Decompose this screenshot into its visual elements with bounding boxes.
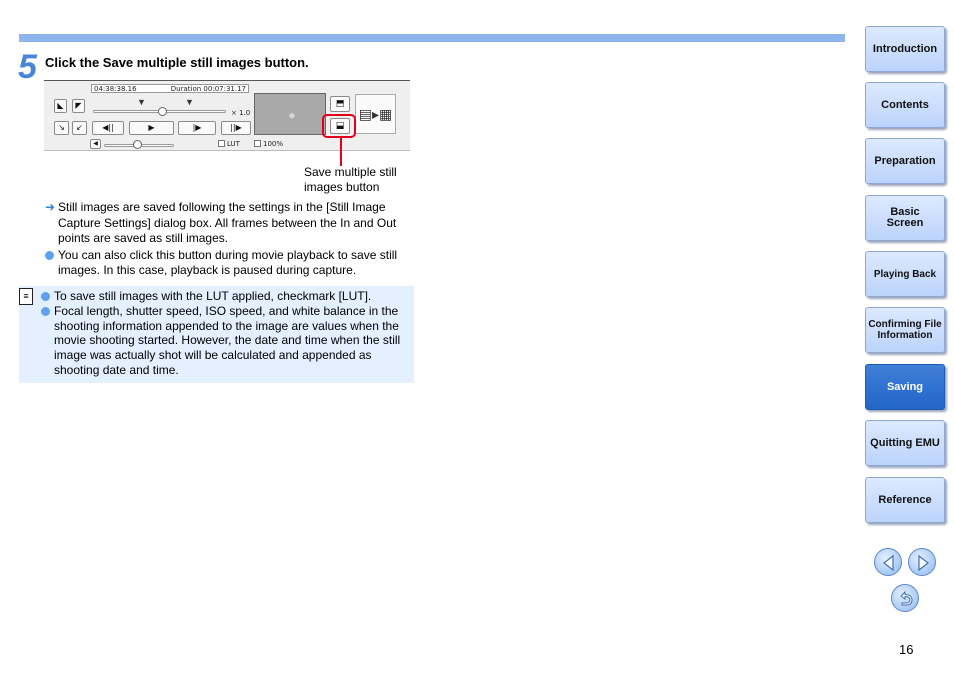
nav-confirming-file-information[interactable]: Confirming File Information: [865, 307, 945, 353]
zoom-100-checkbox-box[interactable]: [254, 140, 261, 147]
nav-label: Quitting EMU: [870, 436, 940, 449]
timecode-box: 04:38:38.16 Duration 00:07:31.17: [91, 84, 249, 93]
preview-image: ⊕: [254, 93, 326, 135]
lut-checkbox-box[interactable]: [218, 140, 225, 147]
memo-icon: ≡: [19, 288, 33, 305]
next-frame-icon[interactable]: |▶: [178, 121, 216, 135]
go-to-in-icon[interactable]: ↘: [54, 121, 69, 135]
preview-center-icon: ⊕: [289, 113, 295, 120]
page-number: 16: [899, 642, 914, 657]
lut-checkbox[interactable]: LUT: [218, 140, 240, 149]
timecode: 04:38:38.16: [94, 85, 137, 93]
nav-reference[interactable]: Reference: [865, 477, 945, 523]
nav-preparation[interactable]: Preparation: [865, 138, 945, 184]
lut-label: LUT: [227, 140, 240, 148]
zoom-100-checkbox[interactable]: 100%: [254, 140, 283, 149]
nav-label: Preparation: [874, 154, 936, 167]
save-multiple-still-images-highlight: [322, 114, 356, 138]
next-page-button[interactable]: [908, 548, 936, 576]
set-in-icon[interactable]: ◣: [54, 99, 67, 113]
list-item: ➜ Still images are saved following the s…: [45, 200, 415, 247]
step-title: Click the Save multiple still images but…: [45, 55, 309, 70]
nav-label: Reference: [878, 493, 932, 506]
result-bullets: ➜ Still images are saved following the s…: [45, 200, 415, 280]
list-item: You can also click this button during mo…: [45, 248, 415, 279]
return-button[interactable]: [891, 584, 919, 612]
list-item: Focal length, shutter speed, ISO speed, …: [41, 304, 413, 378]
note-box: ≡ To save still images with the LUT appl…: [19, 286, 414, 383]
set-out-icon[interactable]: ◤: [72, 99, 85, 113]
bullet-text: You can also click this button during mo…: [58, 247, 398, 278]
filmstrip-icon[interactable]: ▤▸▦: [355, 94, 396, 134]
nav-contents[interactable]: Contents: [865, 82, 945, 128]
out-point-marker-icon[interactable]: ▼: [185, 98, 194, 107]
fast-forward-icon[interactable]: ||▶: [221, 121, 251, 135]
zoom-100-label: 100%: [263, 140, 284, 148]
top-bar: [19, 34, 845, 42]
in-point-marker-icon[interactable]: ▼: [137, 98, 146, 107]
previous-frame-icon[interactable]: ◀||: [92, 121, 124, 135]
nav-saving[interactable]: Saving: [865, 364, 945, 410]
previous-page-button[interactable]: [874, 548, 902, 576]
save-still-image-icon[interactable]: ⬒: [330, 96, 350, 112]
callout-label: Save multiple still images button: [304, 165, 397, 194]
nav-label: Saving: [886, 380, 924, 393]
arrow-right-icon: [918, 554, 929, 572]
nav-label: Confirming File Information: [868, 319, 942, 341]
nav-label: Basic Screen: [886, 206, 924, 229]
volume-icon[interactable]: ◀: [90, 139, 101, 149]
seek-slider-knob[interactable]: [158, 107, 167, 116]
bullet-dot-icon: [41, 292, 50, 301]
go-to-out-icon[interactable]: ↙: [72, 121, 87, 135]
nav-basic-screen[interactable]: Basic Screen: [865, 195, 945, 241]
nav-playing-back[interactable]: Playing Back: [865, 251, 945, 297]
bullet-dot-icon: [41, 306, 50, 316]
bullet-text: Still images are saved following the set…: [58, 200, 397, 245]
list-item: To save still images with the LUT applie…: [41, 289, 413, 304]
callout-line: [340, 138, 342, 166]
nav-introduction[interactable]: Introduction: [865, 26, 945, 72]
arrow-left-icon: [883, 554, 894, 572]
note-text: Focal length, shutter speed, ISO speed, …: [54, 303, 401, 377]
duration: Duration 00:07:31.17: [170, 85, 246, 93]
play-icon[interactable]: ▶: [129, 121, 174, 135]
playback-speed: × 1.0: [231, 109, 251, 117]
return-icon: [900, 590, 913, 606]
nav-quitting-emu[interactable]: Quitting EMU: [865, 420, 945, 466]
nav-label: Playing Back: [873, 268, 937, 280]
nav-label: Introduction: [872, 42, 938, 55]
step-number: 5: [18, 48, 37, 86]
bullet-dot-icon: [45, 250, 54, 260]
note-text: To save still images with the LUT applie…: [54, 289, 372, 303]
volume-slider-knob[interactable]: [133, 140, 142, 149]
arrow-icon: ➜: [45, 200, 56, 214]
nav-label: Contents: [881, 98, 929, 111]
